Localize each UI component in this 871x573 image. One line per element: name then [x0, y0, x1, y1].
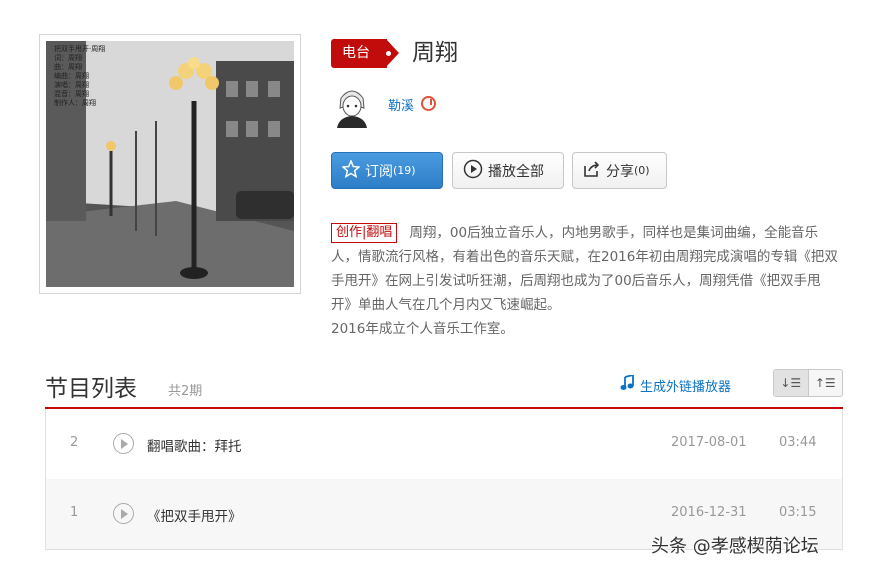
play-circle-icon: [463, 159, 483, 183]
radio-cover: 把双手甩开·周翔 词：周翔 曲：周翔 编曲：周翔 演唱：周翔 混音：周翔 制作人…: [39, 34, 301, 294]
cover-overlay-text: 把双手甩开·周翔 词：周翔 曲：周翔 编曲：周翔 演唱：周翔 混音：周翔 制作人…: [54, 45, 106, 107]
play-icon[interactable]: [113, 503, 134, 524]
music-note-icon: [620, 373, 634, 395]
program-count: 共2期: [168, 384, 203, 399]
row-number: 1: [70, 505, 79, 520]
subscribe-label: 订阅: [365, 163, 393, 180]
share-label: 分享: [606, 163, 634, 180]
avatar[interactable]: [331, 84, 373, 128]
subscribe-count: (19): [393, 164, 416, 177]
watermark: 头条 @孝感楔荫论坛: [651, 536, 819, 557]
subscribe-button[interactable]: 订阅 (19): [331, 152, 443, 189]
author-link[interactable]: 勒溪: [388, 95, 414, 114]
star-icon: [341, 158, 361, 182]
sort-toggle: ↓☰ ↑☰: [773, 369, 843, 397]
table-row[interactable]: 2 翻唱歌曲：拜托 2017-08-01 03:44: [46, 409, 842, 479]
category-tag[interactable]: 创作|翻唱: [331, 223, 398, 243]
radio-type-tag: 电台: [331, 39, 400, 68]
description-text-2: 2016年成立个人音乐工作室。: [331, 321, 514, 337]
generate-player-link[interactable]: 生成外链播放器: [620, 373, 732, 395]
share-button[interactable]: 分享 (0): [572, 152, 667, 189]
play-icon[interactable]: [113, 433, 134, 454]
play-all-label: 播放全部: [488, 163, 544, 180]
program-name[interactable]: 翻唱歌曲：拜托: [147, 435, 242, 455]
program-duration: 03:44: [779, 435, 817, 450]
program-list: 2 翻唱歌曲：拜托 2017-08-01 03:44 1 《把双手甩开》 201…: [45, 409, 843, 550]
program-duration: 03:15: [779, 505, 817, 520]
program-date: 2017-08-01: [671, 435, 747, 450]
anime-avatar-icon: [331, 84, 373, 128]
radio-description: 创作|翻唱 周翔，00后独立音乐人，内地男歌手，同样也是集词曲编，全能音乐人，情歌…: [331, 221, 839, 341]
sort-asc-icon[interactable]: ↑☰: [809, 370, 843, 396]
row-number: 2: [70, 435, 79, 450]
share-icon: [583, 160, 601, 182]
program-date: 2016-12-31: [671, 505, 747, 520]
play-all-button[interactable]: 播放全部: [452, 152, 564, 189]
generate-player-label: 生成外链播放器: [640, 379, 732, 395]
program-list-title: 节目列表: [45, 376, 137, 402]
cover-image: 把双手甩开·周翔 词：周翔 曲：周翔 编曲：周翔 演唱：周翔 混音：周翔 制作人…: [46, 41, 294, 287]
sort-desc-icon[interactable]: ↓☰: [774, 370, 809, 396]
program-name[interactable]: 《把双手甩开》: [147, 505, 242, 525]
page-title: 周翔: [412, 40, 458, 66]
description-text: 周翔，00后独立音乐人，内地男歌手，同样也是集词曲编，全能音乐人，情歌流行风格，…: [331, 225, 838, 313]
dj-badge-icon: [421, 96, 436, 111]
radio-tag-label: 电台: [331, 39, 387, 68]
share-count: (0): [634, 164, 650, 177]
